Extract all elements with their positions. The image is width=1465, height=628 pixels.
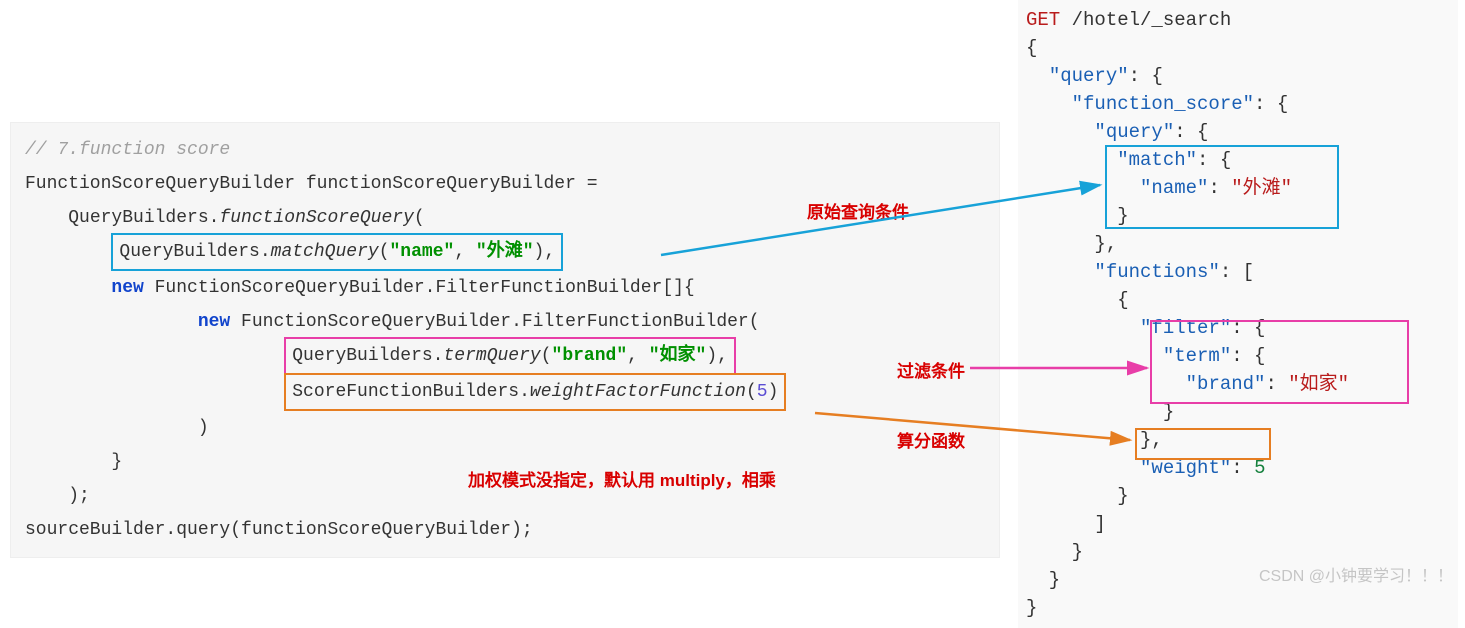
json-line: }: [1026, 594, 1450, 622]
json-line: },: [1026, 230, 1450, 258]
annotation-boost-mode: 加权模式没指定，默认用 multiply，相乘: [468, 466, 776, 491]
json-line: "query": {: [1026, 118, 1450, 146]
json-line: }: [1026, 482, 1450, 510]
code-comment: // 7.function score: [25, 140, 230, 160]
annotation-score-function: 算分函数: [897, 427, 965, 452]
json-match-box: [1105, 145, 1339, 229]
json-line: {: [1026, 34, 1450, 62]
json-line: "query": {: [1026, 62, 1450, 90]
annotation-filter: 过滤条件: [897, 357, 965, 382]
code-line: ): [25, 411, 989, 445]
code-line: FunctionScoreQueryBuilder functionScoreQ…: [25, 167, 989, 201]
weight-factor-box: ScoreFunctionBuilders.weightFactorFuncti…: [284, 373, 786, 411]
json-line: GET /hotel/_search: [1026, 6, 1450, 34]
annotation-original-query: 原始查询条件: [807, 198, 909, 223]
match-query-box: QueryBuilders.matchQuery("name", "外滩"),: [111, 233, 563, 271]
json-line: "functions": [: [1026, 258, 1450, 286]
json-request-panel: GET /hotel/_search { "query": { "functio…: [1018, 0, 1458, 628]
code-line: sourceBuilder.query(functionScoreQueryBu…: [25, 513, 989, 547]
json-term-box: [1150, 320, 1409, 404]
code-line: QueryBuilders.termQuery("brand", "如家"),: [25, 339, 989, 375]
json-weight-box: [1135, 428, 1271, 460]
code-line: new FunctionScoreQueryBuilder.FilterFunc…: [25, 271, 989, 305]
json-line: {: [1026, 286, 1450, 314]
json-line: ]: [1026, 510, 1450, 538]
code-line: new FunctionScoreQueryBuilder.FilterFunc…: [25, 305, 989, 339]
term-query-box: QueryBuilders.termQuery("brand", "如家"),: [284, 337, 736, 375]
code-line: ScoreFunctionBuilders.weightFactorFuncti…: [25, 375, 989, 411]
code-line: QueryBuilders.matchQuery("name", "外滩"),: [25, 235, 989, 271]
watermark: CSDN @小钟要学习！！！: [1259, 562, 1453, 586]
json-line: "function_score": {: [1026, 90, 1450, 118]
java-code-panel: // 7.function score FunctionScoreQueryBu…: [10, 122, 1000, 558]
